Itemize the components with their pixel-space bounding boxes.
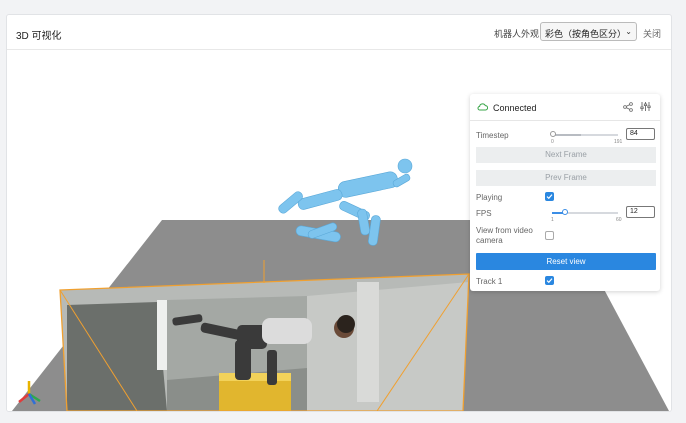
3d-viewport[interactable]: Connected Timestep 0 191 84 Next Frame P… — [7, 50, 671, 411]
fps-label: FPS — [476, 209, 492, 218]
prev-frame-button[interactable]: Prev Frame — [476, 170, 656, 186]
view-from-camera-checkbox[interactable] — [545, 231, 554, 240]
playing-label: Playing — [476, 193, 503, 202]
checkmark-icon — [546, 278, 553, 284]
timestep-max: 191 — [614, 139, 623, 145]
timestep-input[interactable]: 84 — [626, 128, 655, 140]
timestep-label: Timestep — [476, 131, 509, 140]
track-checkbox[interactable] — [545, 276, 554, 285]
panel-header: Connected — [470, 94, 660, 121]
cloud-connected-icon — [477, 103, 488, 111]
checkmark-icon — [546, 194, 553, 200]
tune-icon[interactable] — [640, 101, 651, 112]
page-title: 3D 可视化 — [16, 31, 62, 42]
robot-appearance-select[interactable]: 彩色（按角色区分） ⌄ — [540, 22, 637, 41]
close-button[interactable]: 关闭 — [643, 27, 661, 40]
playing-checkbox[interactable] — [545, 192, 554, 201]
axes-gizmo-icon[interactable] — [15, 378, 43, 406]
chevron-down-icon: ⌄ — [625, 27, 632, 36]
reset-view-button[interactable]: Reset view — [476, 253, 656, 270]
share-icon[interactable] — [623, 102, 633, 112]
connection-status: Connected — [493, 103, 537, 113]
visualization-card: 3D 可视化 机器人外观 彩色（按角色区分） ⌄ 关闭 Connected Ti… — [6, 14, 672, 412]
fps-input[interactable]: 12 — [626, 206, 655, 218]
timestep-min: 0 — [551, 139, 554, 145]
fps-min: 1 — [551, 217, 554, 223]
card-header: 3D 可视化 机器人外观 彩色（按角色区分） ⌄ 关闭 — [7, 15, 671, 50]
next-frame-button[interactable]: Next Frame — [476, 147, 656, 163]
track-label: Track 1 — [476, 277, 503, 286]
select-value: 彩色（按角色区分） — [545, 29, 627, 39]
view-from-camera-label-2: camera — [476, 236, 503, 245]
robot-appearance-label: 机器人外观 — [494, 29, 540, 39]
control-panel: Connected Timestep 0 191 84 Next Frame P… — [470, 94, 660, 291]
view-from-camera-label-1: View from video — [476, 226, 533, 235]
fps-max: 60 — [616, 217, 622, 223]
